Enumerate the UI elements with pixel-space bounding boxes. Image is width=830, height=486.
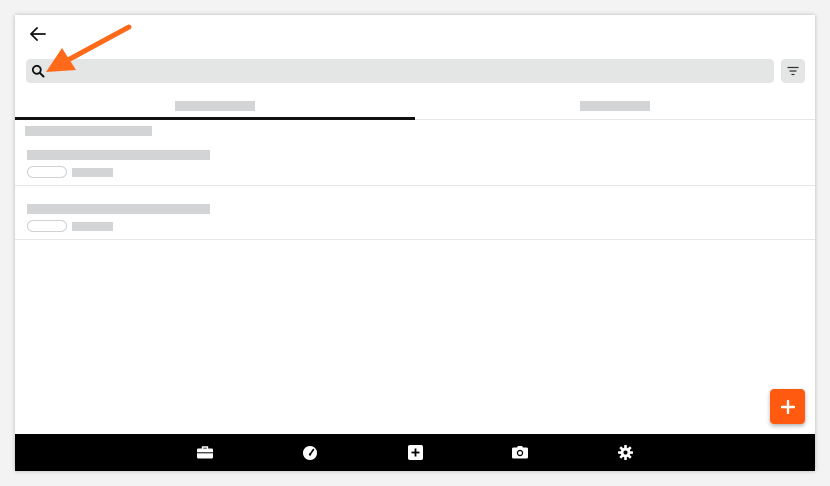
plus-square-icon — [407, 445, 423, 460]
list-item[interactable] — [15, 131, 815, 186]
camera-icon — [512, 446, 528, 459]
nav-item-projects[interactable] — [185, 434, 225, 471]
nav-item-camera[interactable] — [500, 434, 540, 471]
tab-second-label — [580, 100, 650, 111]
search-bar[interactable] — [26, 59, 774, 85]
tab-bar — [15, 92, 815, 120]
add-button[interactable] — [770, 389, 805, 424]
filter-icon — [787, 66, 799, 76]
tab-first[interactable] — [15, 92, 415, 120]
status-badge — [27, 220, 67, 232]
list-item-meta — [72, 222, 113, 231]
plus-icon — [780, 399, 795, 414]
arrow-left-icon — [30, 27, 46, 41]
list-item[interactable] — [15, 185, 815, 240]
list-item-title — [27, 204, 210, 214]
list-item-meta — [72, 168, 113, 177]
nav-item-settings[interactable] — [605, 434, 645, 471]
gear-icon — [617, 445, 633, 460]
nav-item-dashboard[interactable] — [290, 434, 330, 471]
status-badge — [27, 166, 67, 178]
speedometer-icon — [303, 445, 317, 460]
search-input[interactable] — [50, 59, 764, 85]
list-item-title — [27, 150, 210, 160]
briefcase-icon — [197, 446, 213, 459]
filter-button[interactable] — [781, 59, 805, 83]
tab-second[interactable] — [415, 92, 815, 119]
search-icon[interactable] — [31, 64, 45, 78]
tab-first-label — [175, 100, 255, 111]
app-screen — [15, 15, 815, 471]
back-button[interactable] — [27, 25, 49, 43]
nav-item-create[interactable] — [395, 434, 435, 471]
bottom-nav — [15, 434, 815, 471]
